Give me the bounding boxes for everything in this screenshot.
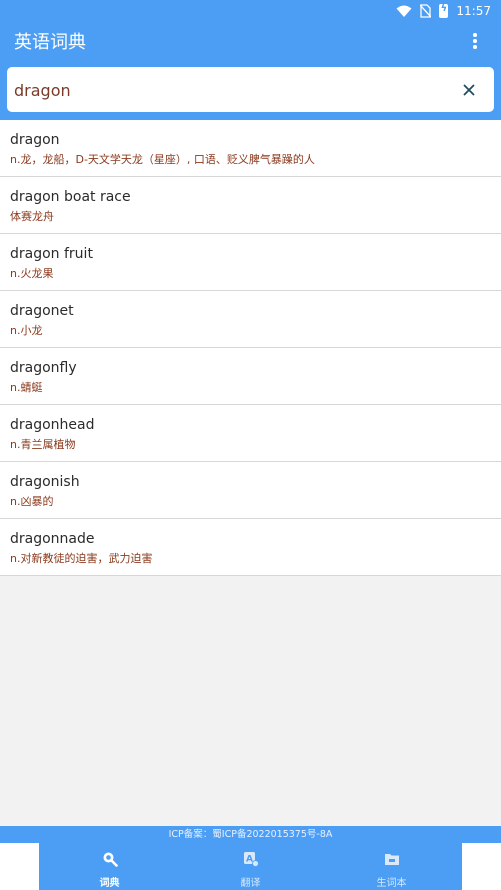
app-title: 英语词典 xyxy=(14,32,86,53)
result-definition: n.火龙果 xyxy=(10,267,54,280)
list-item[interactable]: dragonnade n.对新教徒的迫害，武力迫害 xyxy=(0,519,501,576)
list-item[interactable]: dragonet n.小龙 xyxy=(0,291,501,348)
close-icon xyxy=(463,81,475,100)
result-word: dragonet xyxy=(10,303,74,319)
status-bar: 11:57 xyxy=(0,0,501,22)
translate-icon: A xyxy=(243,851,259,871)
tab-vocabulary-label: 生词本 xyxy=(376,878,407,889)
tab-dictionary[interactable]: 词典 xyxy=(39,843,180,890)
result-definition: n.对新教徒的迫害，武力迫害 xyxy=(10,552,153,565)
app-bar: 英语词典 xyxy=(0,22,501,60)
result-word: dragonfly xyxy=(10,360,77,376)
result-definition: 体赛龙舟 xyxy=(10,210,54,223)
icp-notice: ICP备案：蜀ICP备2022015375号-8A xyxy=(0,826,501,843)
result-word: dragon fruit xyxy=(10,246,93,262)
result-word: dragonhead xyxy=(10,417,95,433)
no-sim-icon xyxy=(420,4,432,18)
result-definition: n.小龙 xyxy=(10,324,43,337)
list-item[interactable]: dragon boat race 体赛龙舟 xyxy=(0,177,501,234)
result-definition: n.凶暴的 xyxy=(10,495,54,508)
tab-translate[interactable]: A 翻译 xyxy=(180,843,321,890)
list-item[interactable]: dragonhead n.青兰属植物 xyxy=(0,405,501,462)
search-box xyxy=(7,67,494,112)
results-list: dragon n.龙，龙船，D-天文学天龙（星座）, 口语、贬义脾气暴躁的人 d… xyxy=(0,120,501,576)
list-item[interactable]: dragonfly n.蜻蜓 xyxy=(0,348,501,405)
result-word: dragonish xyxy=(10,474,80,490)
status-time: 11:57 xyxy=(456,4,491,18)
result-word: dragonnade xyxy=(10,531,95,547)
result-definition: n.青兰属植物 xyxy=(10,438,76,451)
folder-icon xyxy=(384,851,400,871)
bottom-area: 词典 A 翻译 生词本 xyxy=(0,843,501,890)
search-icon xyxy=(102,851,118,871)
list-item[interactable]: dragon fruit n.火龙果 xyxy=(0,234,501,291)
result-word: dragon boat race xyxy=(10,189,131,205)
battery-charging-icon xyxy=(439,3,449,18)
tab-dictionary-label: 词典 xyxy=(99,878,120,889)
result-definition: n.蜻蜓 xyxy=(10,381,43,394)
list-item[interactable]: dragon n.龙，龙船，D-天文学天龙（星座）, 口语、贬义脾气暴躁的人 xyxy=(0,120,501,177)
search-input[interactable] xyxy=(14,77,434,103)
result-word: dragon xyxy=(10,132,60,148)
tab-translate-label: 翻译 xyxy=(240,878,261,889)
result-definition: n.龙，龙船，D-天文学天龙（星座）, 口语、贬义脾气暴躁的人 xyxy=(10,153,315,166)
more-options-icon[interactable] xyxy=(469,30,481,52)
search-area xyxy=(0,60,501,120)
svg-text:A: A xyxy=(246,855,253,865)
bottom-nav: 词典 A 翻译 生词本 xyxy=(39,843,462,890)
wifi-icon xyxy=(396,5,412,17)
tab-vocabulary[interactable]: 生词本 xyxy=(321,843,462,890)
list-item[interactable]: dragonish n.凶暴的 xyxy=(0,462,501,519)
clear-button[interactable] xyxy=(458,79,480,101)
